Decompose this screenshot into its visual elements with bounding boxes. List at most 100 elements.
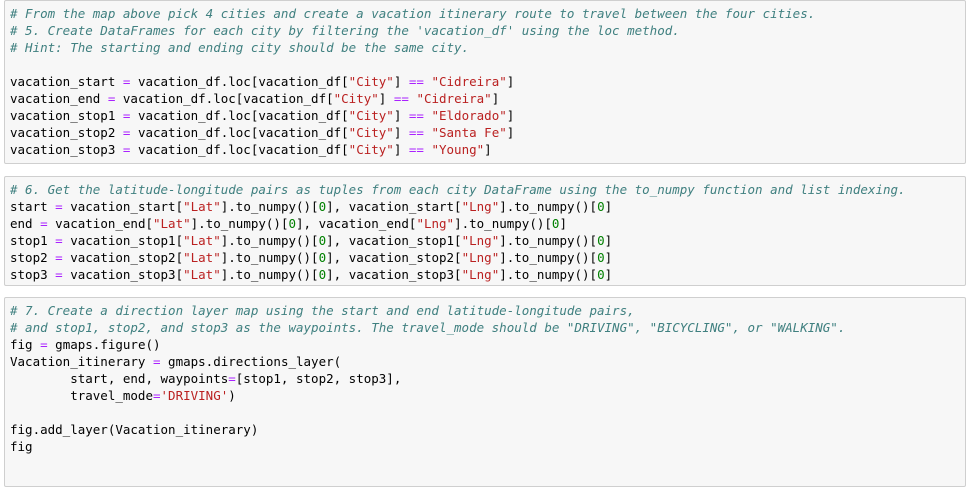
code-number: 0 xyxy=(318,233,327,248)
code-token: ], vacation_end[ xyxy=(296,216,417,231)
code-token: ].to_numpy()[ xyxy=(220,199,319,214)
code-operator: = xyxy=(40,216,48,231)
code-string: "Lng" xyxy=(461,250,500,265)
code-operator: = xyxy=(153,388,161,403)
code-cell-step-5[interactable]: # From the map above pick 4 cities and c… xyxy=(4,0,966,164)
code-token: vacation_end[ xyxy=(47,216,153,231)
code-line: vacation_stop1 = vacation_df.loc[vacatio… xyxy=(10,107,815,124)
code-operator: = xyxy=(40,337,48,352)
code-line: travel_mode='DRIVING') xyxy=(10,387,845,404)
code-token: [stop1, stop2, stop3], xyxy=(235,371,402,386)
code-token: ] xyxy=(393,108,409,123)
code-string: "Lng" xyxy=(416,216,455,231)
code-comment: # Hint: The starting and ending city sho… xyxy=(10,40,470,55)
code-number: 0 xyxy=(318,250,327,265)
code-token: ] xyxy=(604,199,613,214)
code-line: # 6. Get the latitude-longitude pairs as… xyxy=(10,181,906,198)
code-line: start, end, waypoints=[stop1, stop2, sto… xyxy=(10,370,845,387)
code-comment: # 7. Create a direction layer map using … xyxy=(10,303,635,318)
code-cell-step-6[interactable]: # 6. Get the latitude-longitude pairs as… xyxy=(4,176,966,286)
code-line: fig = gmaps.figure() xyxy=(10,336,845,353)
code-cell-step-7[interactable]: # 7. Create a direction layer map using … xyxy=(4,297,966,487)
code-token: ] xyxy=(378,91,394,106)
code-line: start = vacation_start["Lat"].to_numpy()… xyxy=(10,198,906,215)
code-token: vacation_stop1[ xyxy=(62,233,184,248)
code-string: "Lng" xyxy=(461,199,500,214)
code-token: vacation_df.loc[vacation_df[ xyxy=(115,91,334,106)
code-token: gmaps.directions_layer( xyxy=(160,354,342,369)
code-token: vacation_end xyxy=(10,91,108,106)
code-token: ] xyxy=(559,216,567,231)
code-operator: == xyxy=(393,91,409,106)
code-token: vacation_stop3[ xyxy=(62,267,184,282)
code-token: ].to_numpy()[ xyxy=(499,250,598,265)
code-number: 0 xyxy=(288,216,297,231)
code-operator: = xyxy=(55,199,63,214)
code-line: fig xyxy=(10,438,845,455)
code-token: vacation_df.loc[vacation_df[ xyxy=(130,74,349,89)
code-token: vacation_df.loc[vacation_df[ xyxy=(130,125,349,140)
code-token: ] xyxy=(393,74,409,89)
code-token: ], vacation_start[ xyxy=(326,199,462,214)
code-editor[interactable]: # 7. Create a direction layer map using … xyxy=(10,302,845,455)
code-number: 0 xyxy=(597,267,605,282)
code-token: ], vacation_stop3[ xyxy=(326,267,462,282)
code-token: ] xyxy=(506,74,515,89)
code-token: start xyxy=(10,199,56,214)
code-token: end xyxy=(10,216,41,231)
code-token: ] xyxy=(484,142,492,157)
code-operator: = xyxy=(55,267,63,282)
code-token: ] xyxy=(393,125,409,140)
code-token: ], vacation_stop1[ xyxy=(326,233,462,248)
code-editor[interactable]: # From the map above pick 4 cities and c… xyxy=(10,5,815,158)
code-line: stop2 = vacation_stop2["Lat"].to_numpy()… xyxy=(10,249,906,266)
code-string: "City" xyxy=(348,125,394,140)
code-token: fig xyxy=(10,337,41,352)
code-line: # Hint: The starting and ending city sho… xyxy=(10,39,815,56)
code-string: "Lat" xyxy=(183,267,221,282)
code-token: vacation_stop2 xyxy=(10,125,123,140)
code-string: "Santa Fe" xyxy=(431,125,507,140)
code-string: "Lat" xyxy=(183,250,221,265)
code-line: stop1 = vacation_stop1["Lat"].to_numpy()… xyxy=(10,232,906,249)
code-string: "City" xyxy=(348,142,394,157)
code-string: "Lng" xyxy=(461,233,500,248)
code-line: vacation_stop3 = vacation_df.loc[vacatio… xyxy=(10,141,815,158)
code-token: vacation_stop3 xyxy=(10,142,123,157)
code-token: ) xyxy=(228,388,236,403)
code-token: ] xyxy=(604,250,613,265)
code-comment: # From the map above pick 4 cities and c… xyxy=(10,6,816,21)
code-line: stop3 = vacation_stop3["Lat"].to_numpy()… xyxy=(10,266,906,283)
code-line: vacation_stop2 = vacation_df.loc[vacatio… xyxy=(10,124,815,141)
code-token: ] xyxy=(506,108,515,123)
code-string: "Cidreira" xyxy=(431,74,507,89)
code-line: vacation_end = vacation_df.loc[vacation_… xyxy=(10,90,815,107)
code-token: ], vacation_stop2[ xyxy=(326,250,462,265)
code-operator: == xyxy=(408,74,424,89)
code-operator: = xyxy=(55,250,63,265)
code-token: travel_mode xyxy=(10,388,153,403)
code-token: vacation_stop1 xyxy=(10,108,123,123)
code-string: "Lat" xyxy=(183,233,221,248)
code-token: ] xyxy=(491,91,500,106)
code-string: "City" xyxy=(348,74,394,89)
code-token: fig xyxy=(10,439,33,454)
code-string: "Lat" xyxy=(153,216,191,231)
code-token: ] xyxy=(506,125,515,140)
code-string: 'DRIVING' xyxy=(160,388,229,403)
code-token: gmaps.figure() xyxy=(47,337,161,352)
code-string: "City" xyxy=(348,108,394,123)
code-token: stop1 xyxy=(10,233,56,248)
code-token: ].to_numpy()[ xyxy=(499,233,598,248)
code-editor[interactable]: # 6. Get the latitude-longitude pairs as… xyxy=(10,181,906,283)
code-token: ] xyxy=(393,142,409,157)
code-number: 0 xyxy=(318,199,327,214)
code-number: 0 xyxy=(597,250,605,265)
code-comment: # and stop1, stop2, and stop3 as the way… xyxy=(10,320,846,335)
code-number: 0 xyxy=(318,267,327,282)
code-token: vacation_df.loc[vacation_df[ xyxy=(130,142,349,157)
code-operator: = xyxy=(153,354,161,369)
code-token: vacation_start xyxy=(10,74,123,89)
code-string: "Lng" xyxy=(461,267,500,282)
